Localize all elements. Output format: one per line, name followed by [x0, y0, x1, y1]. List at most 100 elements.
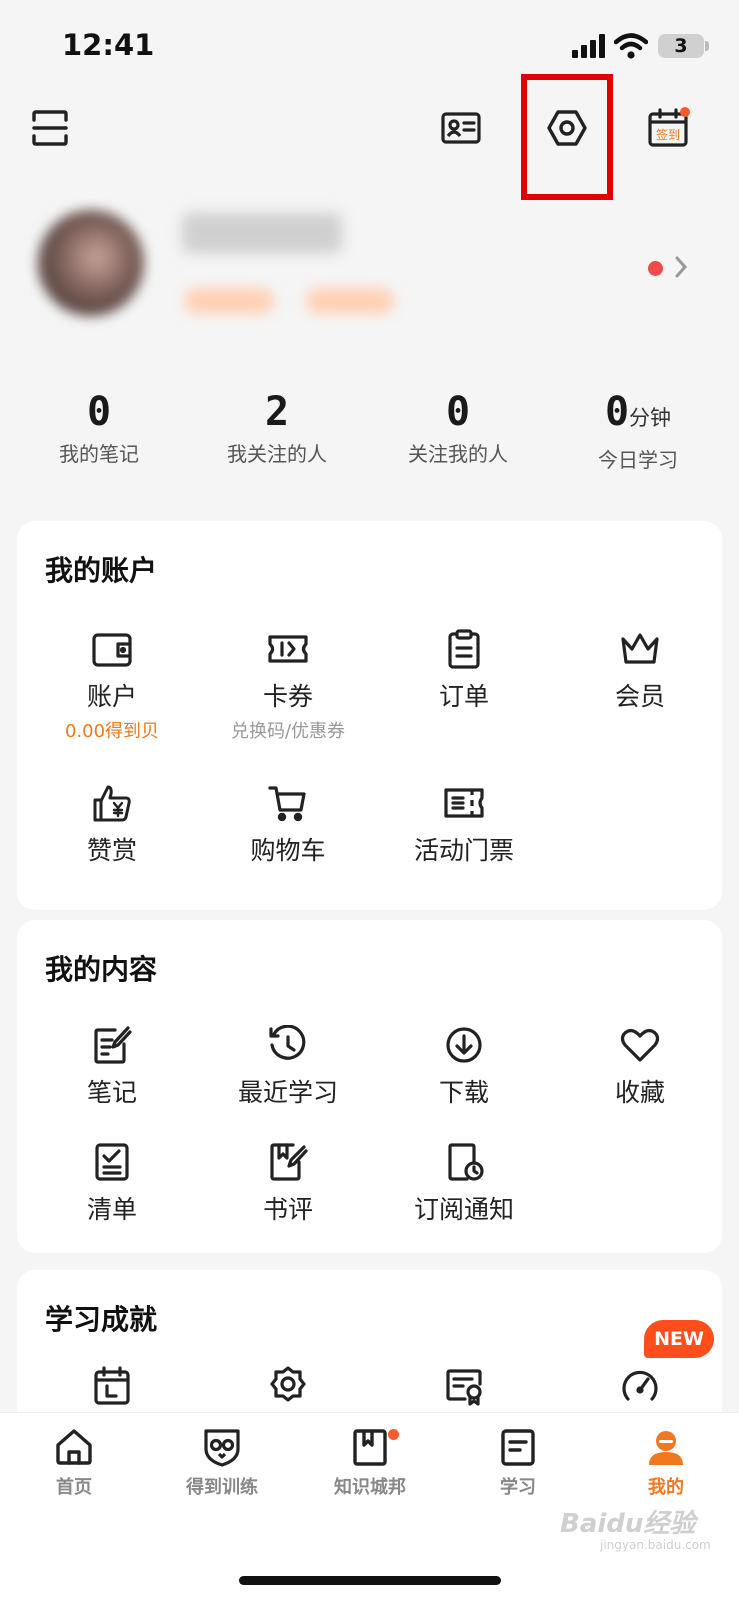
wallet-icon	[92, 633, 132, 667]
nav-label: 得到训练	[186, 1477, 258, 1498]
home-icon	[56, 1429, 92, 1465]
stat-following[interactable]: 2 我关注的人	[187, 388, 367, 467]
content-item-lists[interactable]: 清单	[24, 1142, 200, 1226]
stat-label: 今日学习	[598, 448, 678, 472]
wifi-icon	[613, 32, 649, 60]
stat-value: 0	[445, 389, 471, 435]
balance-text: 0.00得到贝	[64, 721, 160, 742]
nav-study[interactable]: 学习	[444, 1427, 592, 1499]
content-card: 我的内容 笔记 最近学习 下载 收藏 清单 书评 订阅通知	[17, 920, 722, 1253]
watermark: Baidu经验	[560, 1509, 696, 1539]
account-item-wallet[interactable]: 账户 0.00得到贝	[24, 629, 200, 743]
nav-label: 学习	[500, 1477, 536, 1498]
bookmark-book-icon	[353, 1429, 387, 1466]
account-item-orders[interactable]: 订单	[376, 629, 552, 713]
chevron-right-icon[interactable]	[674, 255, 688, 283]
nav-training[interactable]: 得到训练	[148, 1427, 296, 1499]
user-tag-blurred	[184, 288, 274, 314]
achievement-item-calendar[interactable]	[24, 1366, 200, 1406]
nav-profile[interactable]: 我的	[592, 1427, 739, 1499]
content-item-book-reviews[interactable]: 书评	[200, 1142, 376, 1226]
grid-label: 下载	[438, 1078, 489, 1107]
battery-tip	[705, 41, 709, 51]
download-icon	[446, 1027, 482, 1063]
checkin-label: 签到	[656, 127, 680, 142]
highlight-box	[521, 74, 613, 200]
id-card-icon[interactable]	[435, 102, 487, 154]
grid-label: 书评	[262, 1195, 313, 1224]
grid-label: 笔记	[86, 1078, 137, 1107]
grid-label: 订阅通知	[413, 1195, 514, 1224]
avatar[interactable]	[38, 210, 144, 316]
grid-label: 赞赏	[86, 836, 137, 865]
home-indicator[interactable]	[239, 1576, 501, 1585]
stat-label: 关注我的人	[408, 442, 508, 466]
stat-value: 0	[604, 389, 630, 435]
medal-icon	[270, 1366, 306, 1402]
grid-label: 收藏	[614, 1078, 665, 1107]
owl-shield-icon	[204, 1429, 240, 1467]
achievement-item-certificate[interactable]	[376, 1366, 552, 1406]
account-item-cart[interactable]: 购物车	[200, 783, 376, 867]
new-badge: NEW	[644, 1320, 714, 1358]
grid-label: 最近学习	[237, 1078, 338, 1107]
nav-notification-dot	[388, 1429, 399, 1440]
calendar-icon	[94, 1366, 130, 1405]
content-item-recent[interactable]: 最近学习	[200, 1025, 376, 1109]
grid-label: 活动门票	[413, 836, 514, 865]
nav-home[interactable]: 首页	[0, 1427, 148, 1499]
stat-value: 2	[264, 389, 290, 435]
grid-label: 账户	[86, 682, 137, 711]
content-item-subscriptions[interactable]: 订阅通知	[376, 1142, 552, 1226]
heart-icon	[620, 1029, 660, 1062]
stat-value-wrap: 0分钟	[548, 388, 728, 442]
nav-knowledge-city[interactable]: 知识城邦	[296, 1427, 444, 1499]
account-item-membership[interactable]: 会员	[552, 629, 728, 713]
content-item-favorites[interactable]: 收藏	[552, 1025, 728, 1109]
scan-icon[interactable]	[24, 102, 76, 154]
battery-icon: 3	[658, 34, 704, 58]
content-item-notes[interactable]: 笔记	[24, 1025, 200, 1109]
nav-label: 首页	[56, 1477, 92, 1498]
checklist-icon	[95, 1143, 129, 1181]
grid-label: 购物车	[250, 836, 326, 865]
account-item-tips[interactable]: 赞赏	[24, 783, 200, 867]
card-title: 我的内容	[45, 953, 158, 986]
note-edit-icon	[94, 1026, 132, 1064]
status-time: 12:41	[62, 28, 155, 62]
nav-label: 知识城邦	[334, 1477, 406, 1498]
profile-notification-dot	[648, 261, 663, 276]
crown-icon	[621, 633, 659, 664]
stat-followers[interactable]: 0 关注我的人	[368, 388, 548, 467]
stat-today-study[interactable]: 0分钟 今日学习	[548, 388, 728, 473]
achievement-item-medal[interactable]	[200, 1366, 376, 1406]
profile-icon	[649, 1431, 683, 1465]
account-item-tickets[interactable]: 活动门票	[376, 783, 552, 867]
achievement-item-gauge[interactable]	[552, 1366, 728, 1406]
stat-unit: 分钟	[629, 406, 672, 430]
nav-label: 我的	[648, 1477, 684, 1498]
certificate-icon	[446, 1369, 482, 1406]
order-clipboard-icon	[448, 629, 480, 669]
grid-label: 订单	[438, 682, 489, 711]
grid-label: 卡券	[262, 682, 313, 711]
thumbs-up-yen-icon	[93, 785, 131, 822]
content-item-downloads[interactable]: 下载	[376, 1025, 552, 1109]
ticket-icon	[444, 788, 484, 818]
grid-label: 会员	[614, 682, 665, 711]
grid-sub: 兑换码/优惠券	[230, 721, 346, 742]
study-doc-icon	[501, 1429, 535, 1466]
coupon-icon	[268, 635, 308, 663]
account-item-coupons[interactable]: 卡券 兑换码/优惠券	[200, 629, 376, 743]
user-tag-blurred	[306, 288, 394, 314]
shopping-cart-icon	[268, 786, 306, 822]
subscription-notice-icon	[448, 1143, 484, 1181]
card-title: 学习成就	[45, 1303, 158, 1336]
gauge-icon	[622, 1370, 658, 1401]
user-name-blurred[interactable]	[182, 213, 342, 253]
stat-label: 我关注的人	[227, 442, 327, 466]
watermark-sub: jingyan.baidu.com	[600, 1538, 711, 1552]
stat-notes[interactable]: 0 我的笔记	[9, 388, 189, 467]
book-review-icon	[270, 1143, 308, 1181]
history-clock-icon	[269, 1025, 306, 1060]
